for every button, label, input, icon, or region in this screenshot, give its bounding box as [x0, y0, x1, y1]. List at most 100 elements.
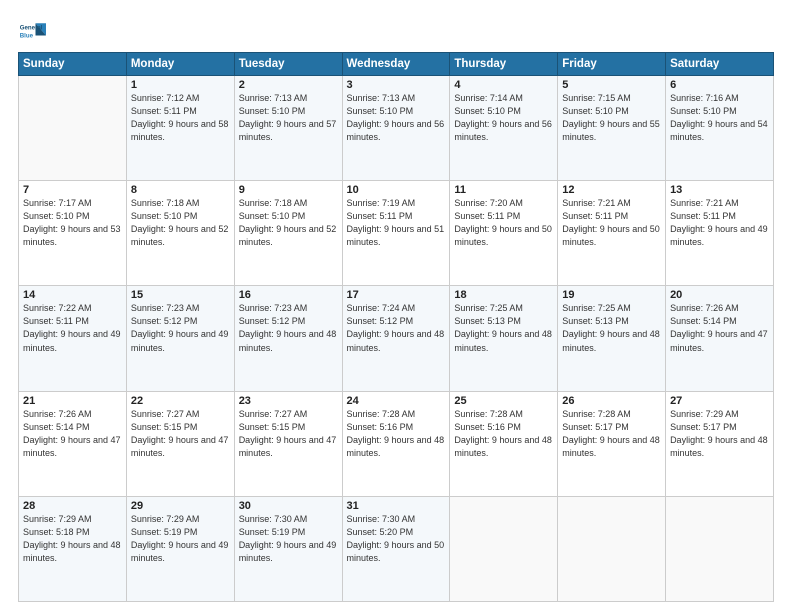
- day-detail: Sunrise: 7:24 AMSunset: 5:12 PMDaylight:…: [347, 302, 446, 354]
- day-number: 26: [562, 395, 661, 407]
- calendar-cell: [19, 76, 127, 181]
- calendar-cell: [558, 496, 666, 601]
- calendar-cell: 18Sunrise: 7:25 AMSunset: 5:13 PMDayligh…: [450, 286, 558, 391]
- calendar-cell: 20Sunrise: 7:26 AMSunset: 5:14 PMDayligh…: [666, 286, 774, 391]
- calendar-cell: [666, 496, 774, 601]
- calendar-cell: 1Sunrise: 7:12 AMSunset: 5:11 PMDaylight…: [126, 76, 234, 181]
- calendar-week-1: 1Sunrise: 7:12 AMSunset: 5:11 PMDaylight…: [19, 76, 774, 181]
- calendar-header: SundayMondayTuesdayWednesdayThursdayFrid…: [19, 53, 774, 76]
- day-number: 20: [670, 289, 769, 301]
- day-number: 8: [131, 184, 230, 196]
- day-detail: Sunrise: 7:21 AMSunset: 5:11 PMDaylight:…: [670, 197, 769, 249]
- calendar-week-4: 21Sunrise: 7:26 AMSunset: 5:14 PMDayligh…: [19, 391, 774, 496]
- calendar-week-2: 7Sunrise: 7:17 AMSunset: 5:10 PMDaylight…: [19, 181, 774, 286]
- day-detail: Sunrise: 7:28 AMSunset: 5:16 PMDaylight:…: [454, 408, 553, 460]
- calendar-cell: 23Sunrise: 7:27 AMSunset: 5:15 PMDayligh…: [234, 391, 342, 496]
- day-number: 2: [239, 79, 338, 91]
- day-detail: Sunrise: 7:27 AMSunset: 5:15 PMDaylight:…: [131, 408, 230, 460]
- day-detail: Sunrise: 7:30 AMSunset: 5:19 PMDaylight:…: [239, 513, 338, 565]
- day-number: 7: [23, 184, 122, 196]
- calendar-cell: [450, 496, 558, 601]
- calendar-cell: 5Sunrise: 7:15 AMSunset: 5:10 PMDaylight…: [558, 76, 666, 181]
- day-number: 28: [23, 500, 122, 512]
- day-detail: Sunrise: 7:16 AMSunset: 5:10 PMDaylight:…: [670, 92, 769, 144]
- day-detail: Sunrise: 7:20 AMSunset: 5:11 PMDaylight:…: [454, 197, 553, 249]
- calendar-table: SundayMondayTuesdayWednesdayThursdayFrid…: [18, 52, 774, 602]
- calendar-cell: 29Sunrise: 7:29 AMSunset: 5:19 PMDayligh…: [126, 496, 234, 601]
- day-number: 21: [23, 395, 122, 407]
- day-detail: Sunrise: 7:27 AMSunset: 5:15 PMDaylight:…: [239, 408, 338, 460]
- day-detail: Sunrise: 7:29 AMSunset: 5:18 PMDaylight:…: [23, 513, 122, 565]
- day-number: 24: [347, 395, 446, 407]
- day-number: 17: [347, 289, 446, 301]
- calendar-week-3: 14Sunrise: 7:22 AMSunset: 5:11 PMDayligh…: [19, 286, 774, 391]
- calendar-cell: 31Sunrise: 7:30 AMSunset: 5:20 PMDayligh…: [342, 496, 450, 601]
- page: General Blue SundayMondayTuesdayWednesda…: [0, 0, 792, 612]
- calendar-cell: 17Sunrise: 7:24 AMSunset: 5:12 PMDayligh…: [342, 286, 450, 391]
- logo: General Blue: [18, 18, 46, 46]
- calendar-cell: 8Sunrise: 7:18 AMSunset: 5:10 PMDaylight…: [126, 181, 234, 286]
- day-number: 4: [454, 79, 553, 91]
- day-number: 10: [347, 184, 446, 196]
- day-number: 29: [131, 500, 230, 512]
- day-number: 31: [347, 500, 446, 512]
- calendar-cell: 9Sunrise: 7:18 AMSunset: 5:10 PMDaylight…: [234, 181, 342, 286]
- day-number: 3: [347, 79, 446, 91]
- day-number: 15: [131, 289, 230, 301]
- day-number: 27: [670, 395, 769, 407]
- day-number: 25: [454, 395, 553, 407]
- calendar-cell: 13Sunrise: 7:21 AMSunset: 5:11 PMDayligh…: [666, 181, 774, 286]
- calendar-cell: 19Sunrise: 7:25 AMSunset: 5:13 PMDayligh…: [558, 286, 666, 391]
- day-number: 22: [131, 395, 230, 407]
- day-detail: Sunrise: 7:29 AMSunset: 5:17 PMDaylight:…: [670, 408, 769, 460]
- weekday-header-friday: Friday: [558, 53, 666, 76]
- day-detail: Sunrise: 7:26 AMSunset: 5:14 PMDaylight:…: [670, 302, 769, 354]
- day-detail: Sunrise: 7:23 AMSunset: 5:12 PMDaylight:…: [131, 302, 230, 354]
- calendar-cell: 28Sunrise: 7:29 AMSunset: 5:18 PMDayligh…: [19, 496, 127, 601]
- day-detail: Sunrise: 7:25 AMSunset: 5:13 PMDaylight:…: [454, 302, 553, 354]
- day-number: 5: [562, 79, 661, 91]
- day-detail: Sunrise: 7:17 AMSunset: 5:10 PMDaylight:…: [23, 197, 122, 249]
- day-number: 12: [562, 184, 661, 196]
- day-number: 30: [239, 500, 338, 512]
- day-number: 9: [239, 184, 338, 196]
- calendar-cell: 26Sunrise: 7:28 AMSunset: 5:17 PMDayligh…: [558, 391, 666, 496]
- calendar-cell: 25Sunrise: 7:28 AMSunset: 5:16 PMDayligh…: [450, 391, 558, 496]
- weekday-header-monday: Monday: [126, 53, 234, 76]
- day-number: 13: [670, 184, 769, 196]
- day-number: 19: [562, 289, 661, 301]
- calendar-cell: 3Sunrise: 7:13 AMSunset: 5:10 PMDaylight…: [342, 76, 450, 181]
- day-detail: Sunrise: 7:14 AMSunset: 5:10 PMDaylight:…: [454, 92, 553, 144]
- calendar-cell: 14Sunrise: 7:22 AMSunset: 5:11 PMDayligh…: [19, 286, 127, 391]
- calendar-cell: 7Sunrise: 7:17 AMSunset: 5:10 PMDaylight…: [19, 181, 127, 286]
- calendar-body: 1Sunrise: 7:12 AMSunset: 5:11 PMDaylight…: [19, 76, 774, 602]
- weekday-header-sunday: Sunday: [19, 53, 127, 76]
- weekday-header-thursday: Thursday: [450, 53, 558, 76]
- day-number: 14: [23, 289, 122, 301]
- day-detail: Sunrise: 7:28 AMSunset: 5:16 PMDaylight:…: [347, 408, 446, 460]
- calendar-cell: 24Sunrise: 7:28 AMSunset: 5:16 PMDayligh…: [342, 391, 450, 496]
- day-detail: Sunrise: 7:21 AMSunset: 5:11 PMDaylight:…: [562, 197, 661, 249]
- svg-text:Blue: Blue: [20, 32, 34, 39]
- day-detail: Sunrise: 7:18 AMSunset: 5:10 PMDaylight:…: [239, 197, 338, 249]
- day-number: 11: [454, 184, 553, 196]
- calendar-week-5: 28Sunrise: 7:29 AMSunset: 5:18 PMDayligh…: [19, 496, 774, 601]
- day-detail: Sunrise: 7:28 AMSunset: 5:17 PMDaylight:…: [562, 408, 661, 460]
- calendar-cell: 27Sunrise: 7:29 AMSunset: 5:17 PMDayligh…: [666, 391, 774, 496]
- calendar-cell: 30Sunrise: 7:30 AMSunset: 5:19 PMDayligh…: [234, 496, 342, 601]
- day-detail: Sunrise: 7:30 AMSunset: 5:20 PMDaylight:…: [347, 513, 446, 565]
- day-detail: Sunrise: 7:29 AMSunset: 5:19 PMDaylight:…: [131, 513, 230, 565]
- day-detail: Sunrise: 7:22 AMSunset: 5:11 PMDaylight:…: [23, 302, 122, 354]
- calendar-cell: 12Sunrise: 7:21 AMSunset: 5:11 PMDayligh…: [558, 181, 666, 286]
- calendar-cell: 10Sunrise: 7:19 AMSunset: 5:11 PMDayligh…: [342, 181, 450, 286]
- day-detail: Sunrise: 7:18 AMSunset: 5:10 PMDaylight:…: [131, 197, 230, 249]
- day-detail: Sunrise: 7:13 AMSunset: 5:10 PMDaylight:…: [347, 92, 446, 144]
- day-number: 1: [131, 79, 230, 91]
- day-detail: Sunrise: 7:26 AMSunset: 5:14 PMDaylight:…: [23, 408, 122, 460]
- calendar-cell: 15Sunrise: 7:23 AMSunset: 5:12 PMDayligh…: [126, 286, 234, 391]
- header: General Blue: [18, 18, 774, 46]
- weekday-header-saturday: Saturday: [666, 53, 774, 76]
- day-detail: Sunrise: 7:19 AMSunset: 5:11 PMDaylight:…: [347, 197, 446, 249]
- weekday-header-wednesday: Wednesday: [342, 53, 450, 76]
- day-detail: Sunrise: 7:13 AMSunset: 5:10 PMDaylight:…: [239, 92, 338, 144]
